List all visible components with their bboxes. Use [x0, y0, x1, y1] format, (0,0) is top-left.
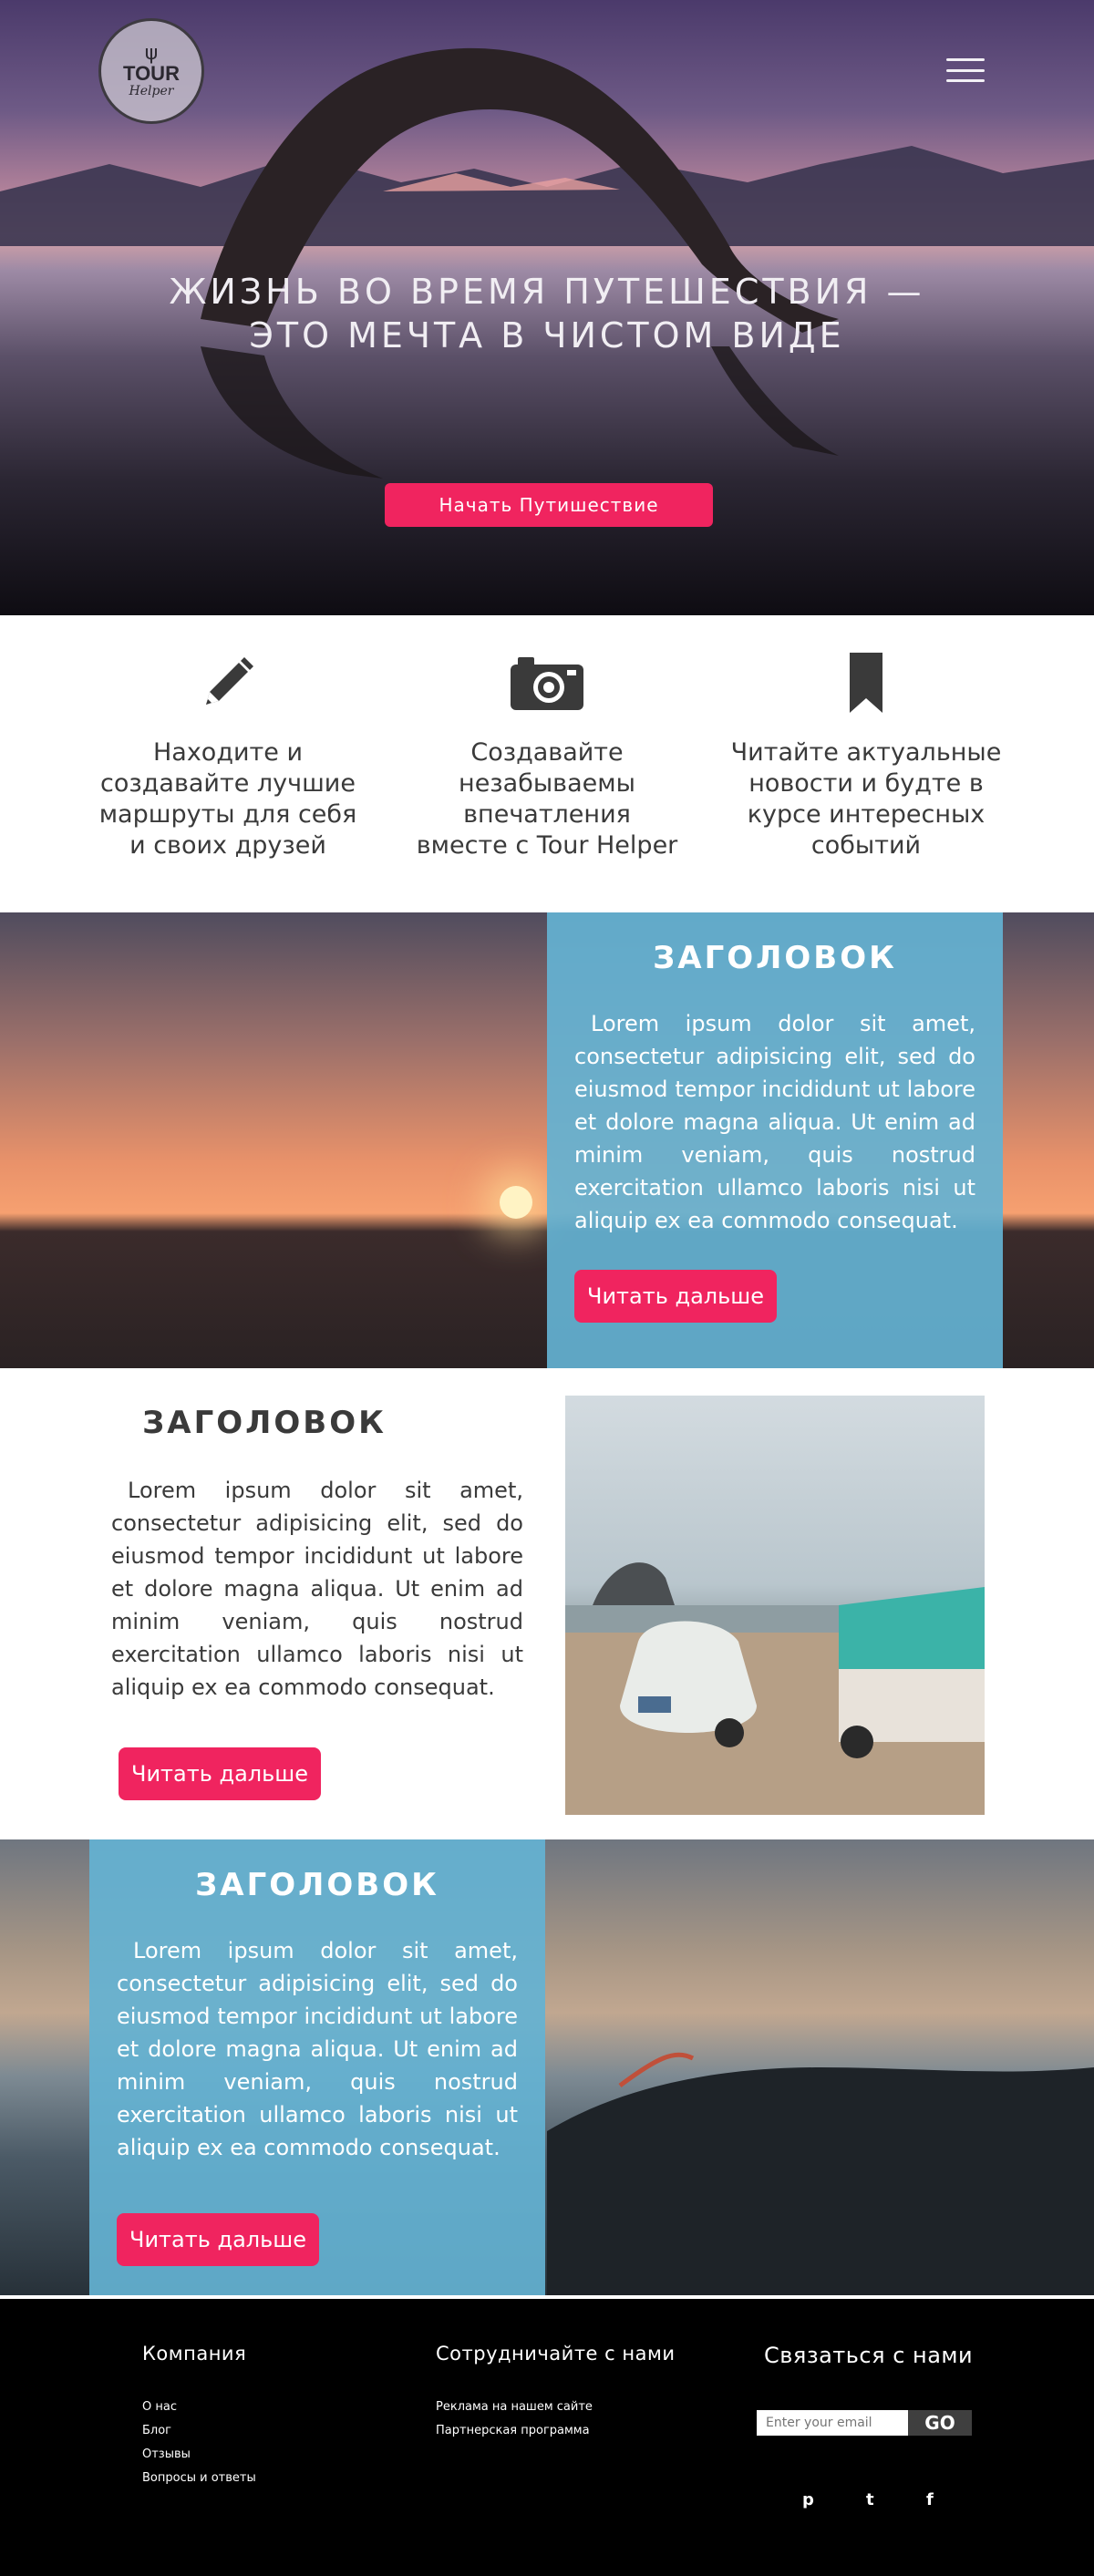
logo-text-helper: Helper: [129, 84, 174, 98]
article-heading: ЗАГОЛОВОК: [195, 1867, 439, 1903]
pencil-icon: [91, 650, 365, 716]
subscribe-form: GO: [757, 2410, 972, 2436]
read-more-button[interactable]: Читать дальше: [117, 2213, 319, 2266]
footer-company-links: О нас Блог Отзывы Вопросы и ответы: [142, 2396, 256, 2490]
facebook-icon[interactable]: f: [926, 2490, 934, 2509]
hamburger-menu-icon[interactable]: [946, 58, 985, 82]
article-section-cliffs: ЗАГОЛОВОК Lorem ipsum dolor sit amet, co…: [0, 1839, 1094, 2295]
article-body: Lorem ipsum dolor sit amet, consectetur …: [111, 1478, 523, 1700]
feature-text: Создавайте незабываемы впечатления вмест…: [416, 738, 678, 860]
burger-line: [946, 79, 985, 82]
article-heading: ЗАГОЛОВОК: [653, 940, 897, 976]
article-panel: ЗАГОЛОВОК Lorem ipsum dolor sit amet, co…: [89, 1839, 545, 2295]
subscribe-go-button[interactable]: GO: [908, 2410, 972, 2436]
driftwood-arch-graphic: [201, 47, 839, 479]
email-input[interactable]: [757, 2410, 908, 2436]
footer-company: Компания О нас Блог Отзывы Вопросы и отв…: [142, 2343, 256, 2490]
burger-line: [946, 58, 985, 61]
camera-icon: [410, 650, 684, 716]
beach-cars-photo: [565, 1396, 985, 1815]
hero-title: ЖИЗНЬ ВО ВРЕМЯ ПУТЕШЕСТВИЯ — ЭТО МЕЧТА В…: [0, 270, 1094, 357]
footer-company-title: Компания: [142, 2343, 247, 2365]
footer-link-advertising[interactable]: Реклама на нашем сайте: [436, 2400, 593, 2414]
hero-title-line1: ЖИЗНЬ ВО ВРЕМЯ ПУТЕШЕСТВИЯ —: [169, 272, 925, 312]
feature-text: Читайте актуальные новости и будте в кур…: [730, 738, 1002, 860]
footer-partners-links: Реклама на нашем сайте Партнерская прогр…: [436, 2396, 675, 2443]
read-more-button[interactable]: Читать дальше: [574, 1270, 777, 1323]
article-body: Lorem ipsum dolor sit amet, consectetur …: [117, 1938, 518, 2160]
footer: Компания О нас Блог Отзывы Вопросы и отв…: [0, 2295, 1094, 2576]
features-section: Находите и создавайте лучшие маршруты дл…: [0, 615, 1094, 912]
article-section-sunset: ЗАГОЛОВОК Lorem ipsum dolor sit amet, co…: [0, 912, 1094, 1368]
start-journey-button[interactable]: Начать Путишествие: [385, 483, 713, 527]
footer-contact: Связаться с нами: [764, 2343, 973, 2368]
footer-link-reviews[interactable]: Отзывы: [142, 2447, 191, 2461]
footer-partners: Сотрудничайте с нами Реклама на нашем са…: [436, 2343, 675, 2443]
article-panel: ЗАГОЛОВОК Lorem ipsum dolor sit amet, co…: [547, 912, 1003, 1368]
article-section-beach: ЗАГОЛОВОК Lorem ipsum dolor sit amet, co…: [0, 1368, 1094, 1839]
feature-impressions: Создавайте незабываемы впечатления вмест…: [410, 650, 684, 861]
footer-link-affiliate[interactable]: Партнерская программа: [436, 2424, 590, 2437]
feature-news: Читайте актуальные новости и будте в кур…: [729, 650, 1003, 861]
antler-icon: ψ: [144, 42, 159, 65]
feature-routes: Находите и создавайте лучшие маршруты дл…: [91, 650, 365, 861]
bookmark-icon: [729, 650, 1003, 716]
pinterest-icon[interactable]: p: [802, 2490, 814, 2509]
logo[interactable]: ψ TOUR Helper: [98, 18, 204, 124]
burger-line: [946, 68, 985, 72]
logo-text-tour: TOUR: [123, 62, 180, 85]
footer-link-blog[interactable]: Блог: [142, 2424, 171, 2437]
footer-contact-title: Связаться с нами: [764, 2343, 974, 2368]
article-heading: ЗАГОЛОВОК: [142, 1405, 387, 1441]
footer-link-faq[interactable]: Вопросы и ответы: [142, 2471, 256, 2485]
twitter-icon[interactable]: t: [866, 2490, 874, 2509]
feature-text: Находите и создавайте лучшие маршруты дл…: [98, 738, 357, 860]
article-body: Lorem ipsum dolor sit amet, consectetur …: [574, 1011, 975, 1233]
footer-link-about[interactable]: О нас: [142, 2400, 177, 2414]
footer-partners-title: Сотрудничайте с нами: [436, 2343, 676, 2365]
hero-title-line2: ЭТО МЕЧТА В ЧИСТОМ ВИДЕ: [249, 315, 845, 355]
read-more-button[interactable]: Читать дальше: [119, 1747, 321, 1800]
sunset-sun-graphic: [500, 1186, 532, 1219]
hero-section: ψ TOUR Helper ЖИЗНЬ ВО ВРЕМЯ ПУТЕШЕСТВИЯ…: [0, 0, 1094, 615]
